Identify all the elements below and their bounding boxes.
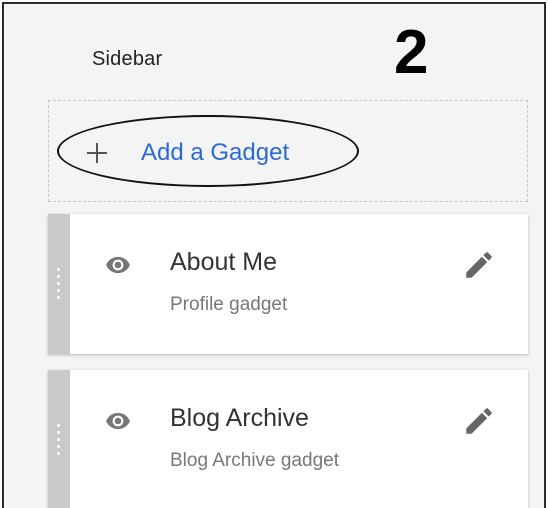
gadget-name: About Me (170, 248, 278, 276)
drag-handle[interactable] (48, 214, 70, 354)
eye-icon[interactable] (100, 408, 136, 434)
add-gadget-label: Add a Gadget (141, 139, 290, 166)
step-number-annotation: 2 (394, 18, 429, 87)
plus-icon (83, 139, 111, 167)
pencil-icon[interactable] (462, 248, 496, 282)
gadget-description: Profile gadget (170, 294, 288, 315)
drag-handle[interactable] (48, 370, 70, 508)
gadget-name: Blog Archive (170, 404, 309, 432)
layout-panel: Sidebar 2 Add a Gadget About Me Profile … (2, 2, 546, 508)
section-title: Sidebar (92, 48, 163, 70)
add-gadget-zone: Add a Gadget (48, 100, 528, 202)
gadget-card-blog-archive: Blog Archive Blog Archive gadget (48, 370, 528, 508)
pencil-icon[interactable] (462, 404, 496, 438)
gadget-card-about-me: About Me Profile gadget (48, 214, 528, 354)
add-gadget-button[interactable]: Add a Gadget (83, 131, 289, 175)
gadget-description: Blog Archive gadget (170, 450, 340, 471)
eye-icon[interactable] (100, 252, 136, 278)
